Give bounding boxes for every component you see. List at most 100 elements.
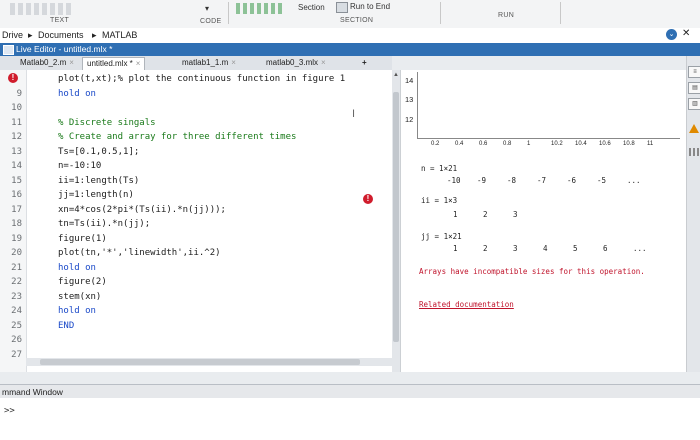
- code-line[interactable]: tn=Ts(ii).*n(jj);: [58, 219, 150, 229]
- line-number: 21: [11, 262, 22, 273]
- value-cell: -8: [507, 176, 517, 185]
- line-number: 9: [16, 88, 22, 99]
- line-number: 24: [11, 306, 22, 316]
- section-group-label: SECTION: [340, 17, 374, 24]
- x-tick: 0.4: [455, 141, 464, 147]
- close-tab-icon[interactable]: ×: [69, 58, 74, 67]
- n-label: n = 1×21: [421, 164, 458, 173]
- command-window-title: mmand Window: [0, 384, 700, 399]
- error-marker-icon[interactable]: !: [363, 194, 373, 204]
- section-button[interactable]: Section: [298, 3, 325, 12]
- error-marker-icon[interactable]: !: [8, 73, 18, 83]
- code-line[interactable]: % Create and array for three different t…: [58, 132, 296, 142]
- address-bar[interactable]: Drive ▸ Documents ▸ MATLAB ⌄ ✕: [0, 28, 700, 44]
- value-cell: 2: [483, 244, 488, 253]
- y-tick: 12: [405, 115, 414, 124]
- value-cell: 4: [543, 244, 548, 253]
- code-line[interactable]: figure(1): [58, 234, 107, 244]
- code-line[interactable]: % Discrete singals: [58, 118, 156, 128]
- breadcrumb-separator-icon: ▸: [28, 30, 33, 40]
- code-line[interactable]: hold on: [58, 89, 96, 99]
- value-cell: -7: [537, 176, 547, 185]
- hide-code-icon[interactable]: ▥: [688, 98, 700, 110]
- tab-matlab1-1[interactable]: matlab1_1.m ×: [178, 57, 240, 69]
- line-number: 18: [11, 219, 22, 229]
- code-line[interactable]: plot(t,xt);% plot the continuous functio…: [58, 74, 345, 84]
- line-number: 19: [11, 233, 22, 244]
- line-number: 12: [11, 132, 22, 142]
- close-tab-icon[interactable]: ×: [136, 59, 141, 68]
- code-line[interactable]: ii=1:length(Ts): [58, 176, 139, 186]
- code-dropdown-icon[interactable]: ▾: [205, 4, 209, 13]
- value-cell: 6: [603, 244, 608, 253]
- format-icons[interactable]: [10, 3, 72, 15]
- line-number: 13: [11, 146, 22, 157]
- value-cell: 1: [453, 210, 458, 219]
- value-cell: 5: [573, 244, 578, 253]
- breadcrumb-drive[interactable]: Drive: [2, 30, 23, 40]
- code-line[interactable]: stem(xn): [58, 292, 101, 302]
- warning-icon[interactable]: [689, 124, 699, 133]
- right-toolbar: ≡ ▤ ▥: [686, 56, 700, 372]
- breadcrumb-documents[interactable]: Documents: [38, 30, 84, 40]
- x-tick: 10.6: [599, 141, 611, 147]
- code-line[interactable]: figure(2): [58, 277, 107, 287]
- code-line[interactable]: plot(tn,'*','linewidth',ii.^2): [58, 248, 221, 258]
- editor-title: Live Editor - untitled.mlx *: [16, 44, 113, 54]
- value-cell: -9: [477, 176, 487, 185]
- new-tab-button[interactable]: +: [358, 57, 371, 69]
- line-number: 23: [11, 291, 22, 302]
- tab-matlab0-3[interactable]: matlab0_3.mlx ×: [262, 57, 330, 69]
- close-tab-icon[interactable]: ×: [321, 58, 326, 67]
- value-cell: -5: [597, 176, 607, 185]
- x-tick: 0.6: [479, 141, 488, 147]
- figure-output[interactable]: [417, 72, 680, 139]
- output-pane: 14 13 12 0.2 0.4 0.6 0.8 1 10.2 10.4 10.6 10.8 11…: [400, 70, 687, 372]
- tab-untitled-mlx[interactable]: untitled.mlx * ×: [82, 57, 146, 70]
- scroll-up-icon[interactable]: ▲: [393, 72, 399, 78]
- jj-label: jj = 1×21: [421, 232, 462, 241]
- related-documentation-link[interactable]: Related documentation: [419, 300, 514, 309]
- code-line[interactable]: hold on: [58, 263, 96, 273]
- command-window[interactable]: >>: [0, 398, 700, 440]
- x-tick: 0.8: [503, 141, 512, 147]
- output-right-icon[interactable]: ▤: [688, 82, 700, 94]
- x-tick: 10.4: [575, 141, 587, 147]
- x-tick: 10.8: [623, 141, 635, 147]
- vertical-scroll-thumb[interactable]: [393, 92, 399, 342]
- run-to-end-button[interactable]: Run to End: [350, 2, 390, 11]
- code-line[interactable]: hold on: [58, 306, 96, 316]
- line-number: 15: [11, 175, 22, 186]
- value-cell: -6: [567, 176, 577, 185]
- x-tick: 11: [647, 141, 654, 147]
- ii-label: ii = 1×3: [421, 196, 458, 205]
- y-tick: 13: [405, 95, 414, 104]
- breadcrumb-separator-icon: ▸: [92, 30, 97, 40]
- expand-circle-icon[interactable]: ⌄: [666, 29, 677, 40]
- line-number: 14: [11, 161, 22, 171]
- line-number: 25: [11, 320, 22, 331]
- run-to-end-icon: [336, 2, 348, 13]
- output-inline-icon[interactable]: ≡: [688, 66, 700, 78]
- line-number: 22: [11, 277, 22, 287]
- close-tab-icon[interactable]: ×: [231, 58, 236, 67]
- line-number: 27: [11, 349, 22, 360]
- editor-title-bar: Live Editor - untitled.mlx *: [0, 43, 700, 56]
- line-number: 17: [11, 204, 22, 215]
- code-group-label: CODE: [200, 18, 222, 25]
- text-group-label: TEXT: [50, 17, 70, 24]
- code-line[interactable]: n=-10:10: [58, 161, 101, 171]
- y-tick: 14: [405, 76, 414, 85]
- code-line[interactable]: END: [58, 321, 74, 331]
- x-tick: 10.2: [551, 141, 563, 147]
- code-line[interactable]: Ts=[0.1,0.5,1];: [58, 147, 139, 157]
- command-prompt: >>: [4, 406, 15, 416]
- value-cell: 2: [483, 210, 488, 219]
- close-icon[interactable]: ✕: [682, 28, 690, 39]
- code-line[interactable]: jj=1:length(n): [58, 190, 134, 200]
- tab-matlab0-2[interactable]: Matlab0_2.m ×: [16, 57, 78, 69]
- code-line[interactable]: xn=4*cos(2*pi*(Ts(ii).*n(jj)));: [58, 205, 226, 215]
- breadcrumb-matlab[interactable]: MATLAB: [102, 30, 137, 40]
- horizontal-scroll-thumb[interactable]: [40, 359, 360, 365]
- section-icons[interactable]: [236, 3, 284, 14]
